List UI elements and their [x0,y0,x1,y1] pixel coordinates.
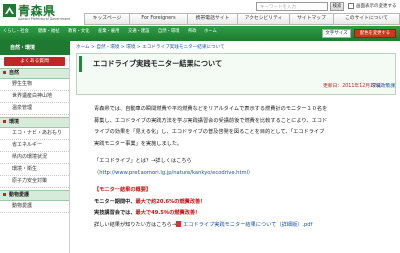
subnav-education[interactable]: 教育・文化 [68,28,89,34]
sidebar-category-animals[interactable]: 動物愛護 [0,190,69,201]
article-body: 青森県では、自動車の瞬間燃費や平均燃費などをリアルタイムで表示する燃費計のモニタ… [94,104,394,231]
summary-prefix: 実技講習会では、 [94,210,136,216]
bullet-square-icon [3,193,6,196]
sidebar-item-onsen[interactable]: 温泉管理 [0,103,69,115]
nav-mobile[interactable]: 携帯電話サイト [188,13,238,25]
details-line: 詳しい結果が知りたい方はこちら→ エコドライブ実践モニター結果について（詳細版）.… [94,220,394,232]
paragraph-line: 青森県では、自動車の瞬間燃費や平均燃費などをリアルタイムで表示する燃費計のモニタ… [94,106,328,112]
sidebar-item-wildlife[interactable]: 野生生物 [0,79,69,91]
eco-question: 「エコドライブ」とは？→詳しくはこちら [94,158,192,164]
subnav-health[interactable]: 健康・福祉 [38,28,59,34]
summary-line-1: モニター期間中、最大で約20.6%の燃費改善！ [94,197,394,209]
nav-accessibility[interactable]: アクセシビリティ [238,13,290,25]
sidebar-item-animal-welfare[interactable]: 動物愛護 [0,201,69,213]
title-accent-bar [79,56,82,72]
page-title-box: エコドライブ実践モニター結果について 更新日：2011年12月27日 環境政策課 [76,53,396,95]
sidebar-category-label: 自然 [9,70,20,76]
sidebar-item-energy[interactable]: 省エネルギー [0,140,69,152]
sidebar-category-label: 動物愛護 [9,192,30,198]
paragraph-line: ライブの効果を「見える化」し、エコドライブの普及啓発を図ることを目的として、「エ… [94,129,325,135]
search-button[interactable]: 検索 [330,2,344,11]
site-header: 青森県 Aomori Prefectural Government キーワードを… [0,0,400,26]
sidebar-item-shirakami[interactable]: 世界遺産白神山地 [0,91,69,103]
subnav-life[interactable]: くらし・社会 [3,28,29,34]
nav-kids[interactable]: キッズページ [84,13,130,25]
eco-url-link[interactable]: （http://www.pref.aomori.lg.jp/nature/kan… [94,168,394,180]
font-size-button[interactable]: 文字サイズ [322,29,351,38]
display-change-checkbox[interactable] [348,3,354,9]
sidebar-item-env-status[interactable]: 県内の環境状況 [0,152,69,164]
subnav-industry[interactable]: 産業・雇用 [98,28,119,34]
sidebar: 自然・環境 よくある質問 自然 野生生物 世界遺産白神山地 温泉管理 環境 エコ… [0,41,70,253]
summary-heading: 【モニター結果の概要】 [94,187,152,193]
display-change-label: 画面表示の変更する [356,4,397,9]
bullet-square-icon [3,71,6,74]
paragraph-line: 実践モニター事業」を実施しました。 [94,140,183,147]
details-pdf-link[interactable]: エコドライブ実践モニター結果について（詳細版）.pdf [183,222,312,228]
nav-sitemap[interactable]: サイトマップ [290,13,334,25]
sidebar-item-hygiene[interactable]: 環境・衛生 [0,164,69,176]
department-link[interactable]: 環境政策課 [371,82,395,89]
nav-foreigners[interactable]: For Foreigners [130,13,188,25]
details-prefix: 詳しい結果が知りたい方はこちら→ [94,221,177,228]
global-nav: キッズページ For Foreigners 携帯電話サイト アクセシビリティ サ… [84,13,400,25]
prefecture-emblem-icon [3,4,16,17]
sidebar-item-nuclear[interactable]: 原子力安全対策 [0,176,69,188]
paragraph-line: 募集し、エコドライブの実践方法を学ぶ実践講習会の受講前後で燃費を比較することによ… [94,117,328,124]
sidebar-category-label: 環境 [9,119,20,125]
summary-prefix: モニター期間中、 [94,198,136,205]
summary-line-2: 実技講習会では、最大で49.5％の燃費改善！ [94,208,394,220]
site-logo[interactable]: 青森県 Aomori Prefectural Government [3,2,83,24]
category-nav-bar: くらし・社会 健康・福祉 教育・文化 産業・雇用 交通・建設 自然・環境 県政 … [0,26,400,41]
nav-about[interactable]: このサイトについて [334,13,400,25]
summary-highlight: 最大で約20.6%の燃費改善！ [135,198,206,205]
page-title: エコドライブ実践モニター結果について [93,59,223,68]
pdf-icon [176,221,182,227]
search-input[interactable]: キーワードを入力 [256,2,328,11]
summary-highlight: 最大で49.5％の燃費改善！ [135,210,201,216]
color-scheme-button[interactable]: 配色を変更する [354,29,396,38]
logo-subtitle: Aomori Prefectural Government [18,17,71,21]
sidebar-heading[interactable]: 自然・環境 [0,41,70,55]
bullet-square-icon [3,120,6,123]
faq-button[interactable]: よくある質問 [4,57,65,66]
subnav-govt[interactable]: 県政 [188,28,197,34]
sidebar-category-nature[interactable]: 自然 [0,68,69,79]
sidebar-category-environment[interactable]: 環境 [0,117,69,128]
subnav-nature[interactable]: 自然・環境 [158,28,179,34]
breadcrumb[interactable]: ホーム > 自然・環境 > 環境 > エコドライブ実践モニター結果について [76,44,225,50]
subnav-transport[interactable]: 交通・建設 [128,28,149,34]
sidebar-item-eco-navi[interactable]: エコ・ナビ・あおもり [0,128,69,140]
subnav-home[interactable]: ホーム [204,28,217,34]
